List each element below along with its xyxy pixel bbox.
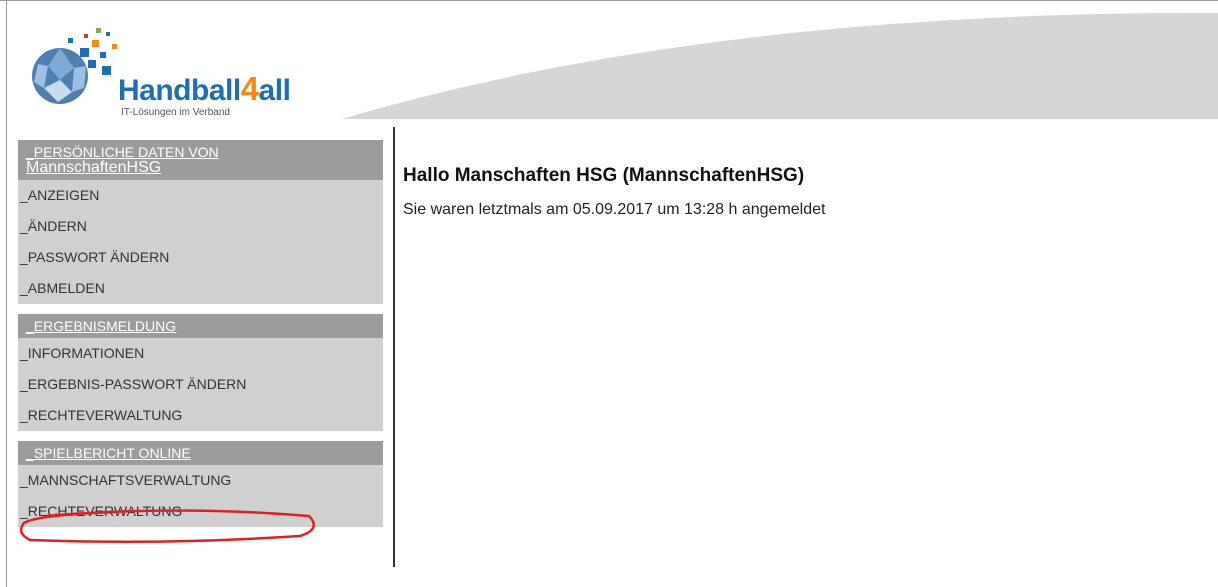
menu-item-aendern[interactable]: _ÄNDERN — [18, 211, 383, 242]
brand-name-part1: Handball — [118, 74, 241, 107]
greeting-heading: Hallo Manschaften HSG (MannschaftenHSG) — [403, 165, 805, 186]
main-content: Hallo Manschaften HSG (MannschaftenHSG) … — [403, 165, 825, 219]
menu-group-header-personal-data[interactable]: _PERSÖNLICHE DATEN VON MannschaftenHSG — [18, 140, 383, 180]
brand-tagline: IT-Lösungen im Verband — [121, 107, 230, 118]
menu-group-title: _PERSÖNLICHE DATEN VON — [26, 144, 219, 160]
menu-group-spielbericht-online: _SPIELBERICHT ONLINE _MANNSCHAFTSVERWALT… — [18, 441, 383, 527]
menu-item-passwort-aendern[interactable]: _PASSWORT ÄNDERN — [18, 242, 383, 273]
handball-icon — [32, 28, 117, 104]
brand-name: Handball4all — [118, 70, 291, 108]
sidebar-menu: _PERSÖNLICHE DATEN VON MannschaftenHSG _… — [18, 140, 383, 537]
menu-group-header-ergebnismeldung[interactable]: _ERGEBNISMELDUNG — [18, 314, 383, 338]
menu-item-rechteverwaltung-ergebnis[interactable]: _RECHTEVERWALTUNG — [18, 400, 383, 431]
brand-name-part2: 4 — [240, 70, 259, 107]
brand-name-part3: all — [258, 74, 291, 107]
menu-item-mannschaftsverwaltung[interactable]: _MANNSCHAFTSVERWALTUNG — [18, 465, 383, 496]
handball4all-logo[interactable]: Handball4all IT-Lösungen im Verband — [18, 18, 308, 118]
menu-item-informationen[interactable]: _INFORMATIONEN — [18, 338, 383, 369]
menu-item-ergebnis-passwort-aendern[interactable]: _ERGEBNIS-PASSWORT ÄNDERN — [18, 369, 383, 400]
menu-item-anzeigen[interactable]: _ANZEIGEN — [18, 180, 383, 211]
menu-group-header-spielbericht-online[interactable]: _SPIELBERICHT ONLINE — [18, 441, 383, 465]
username-link[interactable]: MannschaftenHSG — [26, 160, 383, 176]
menu-item-rechteverwaltung-spielbericht[interactable]: _RECHTEVERWALTUNG — [18, 496, 383, 527]
content-divider — [393, 127, 395, 567]
last-login-text: Sie waren letztmals am 05.09.2017 um 13:… — [403, 201, 826, 218]
menu-group-ergebnismeldung: _ERGEBNISMELDUNG _INFORMATIONEN _ERGEBNI… — [18, 314, 383, 431]
menu-group-personal-data: _PERSÖNLICHE DATEN VON MannschaftenHSG _… — [18, 140, 383, 304]
menu-item-abmelden[interactable]: _ABMELDEN — [18, 273, 383, 304]
